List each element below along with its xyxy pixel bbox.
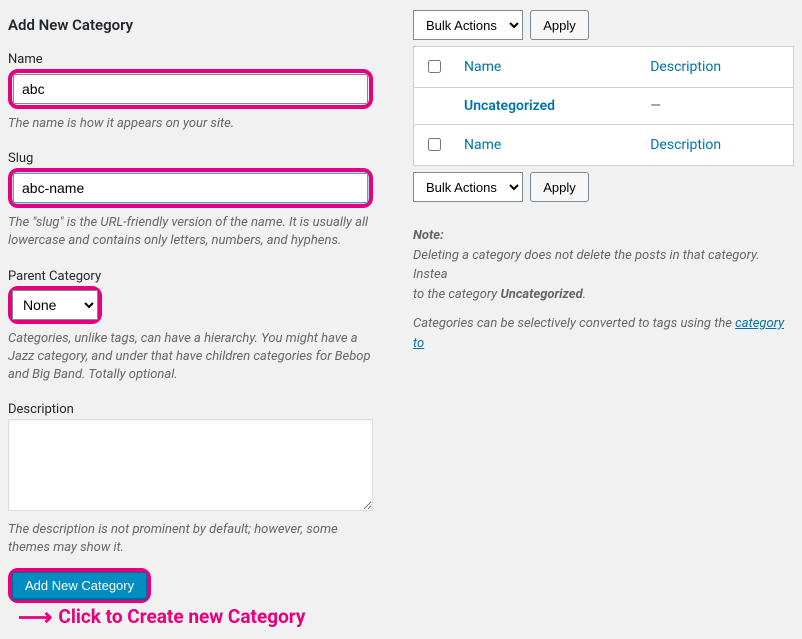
note-block: Note: Deleting a category does not delet… [413,226,794,353]
col-name-header[interactable]: Name [464,59,501,75]
bulk-actions-top: Bulk Actions Apply [413,10,794,40]
parent-select[interactable]: None [12,290,98,320]
note-line1c: . [583,287,586,302]
bulk-actions-bottom: Bulk Actions Apply [413,172,794,202]
parent-highlight: None [8,286,102,324]
name-help: The name is how it appears on your site. [8,115,373,133]
name-input[interactable] [13,74,368,104]
note-line1b: to the category [413,287,500,302]
slug-label: Slug [8,151,373,166]
description-label: Description [8,402,373,417]
submit-highlight: Add New Category [8,568,151,603]
row-description: — [640,88,793,125]
select-all-bottom-checkbox[interactable] [428,138,441,151]
bulk-actions-select-bottom[interactable]: Bulk Actions [413,172,523,202]
annotation: ⟶ Click to Create new Category [18,603,306,631]
description-textarea[interactable] [8,419,373,511]
slug-input[interactable] [13,173,368,203]
parent-label: Parent Category [8,269,373,284]
col-description-header[interactable]: Description [650,59,721,75]
apply-button-bottom[interactable]: Apply [530,172,589,202]
select-all-top-checkbox[interactable] [428,60,441,73]
note-line2: Categories can be selectively converted … [413,316,735,331]
slug-highlight [8,168,373,208]
add-category-button[interactable]: Add New Category [12,572,147,599]
slug-help: The "slug" is the URL-friendly version o… [8,214,373,250]
name-label: Name [8,52,373,67]
description-help: The description is not prominent by defa… [8,521,373,557]
col-description-footer[interactable]: Description [650,137,721,153]
apply-button-top[interactable]: Apply [530,10,589,40]
parent-help: Categories, unlike tags, can have a hier… [8,330,373,385]
row-name[interactable]: Uncategorized [464,98,555,114]
categories-table: Name Description Uncategorized — Name De… [413,46,794,166]
arrow-right-icon: ⟶ [18,603,52,631]
table-row: Uncategorized — [414,88,794,125]
bulk-actions-select-top[interactable]: Bulk Actions [413,10,523,40]
note-lead: Note: [413,228,444,243]
col-name-footer[interactable]: Name [464,137,501,153]
page-heading: Add New Category [8,16,373,34]
name-highlight [8,69,373,109]
note-line1a: Deleting a category does not delete the … [413,248,760,283]
note-uncategorized: Uncategorized [500,287,582,302]
annotation-text: Click to Create new Category [58,605,305,628]
